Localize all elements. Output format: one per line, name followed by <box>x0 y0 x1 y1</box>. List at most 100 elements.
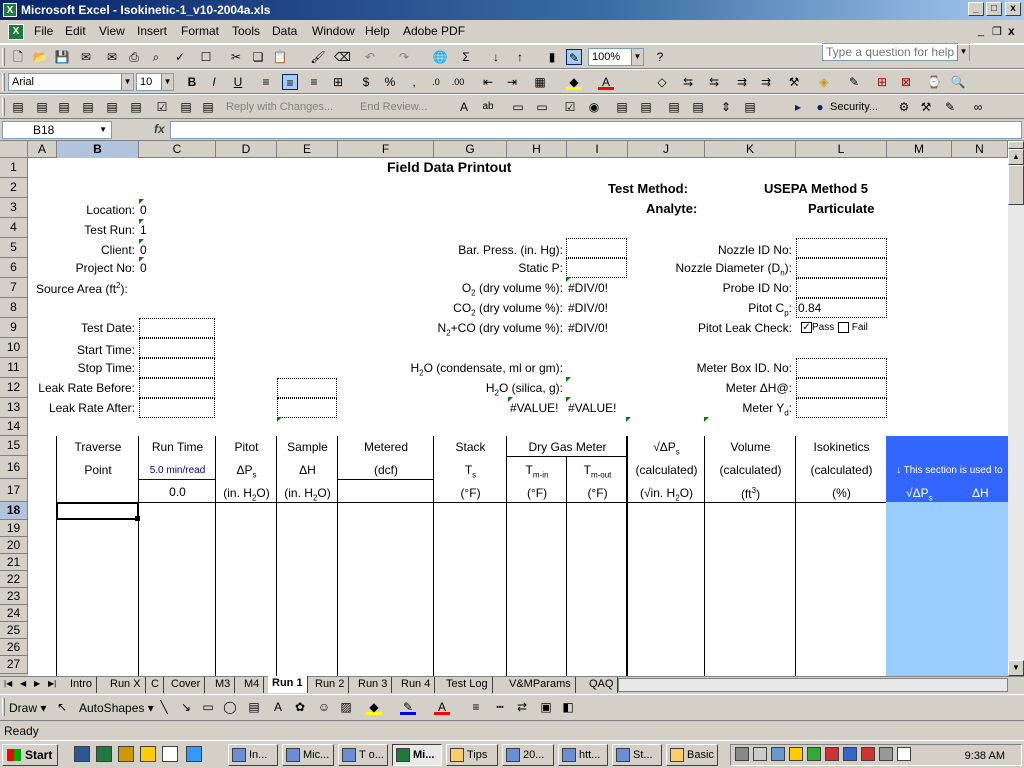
menu-window[interactable]: Window <box>312 24 355 38</box>
design-mode-icon[interactable]: ✎ <box>942 99 958 115</box>
col-header-c[interactable]: C <box>139 141 216 158</box>
comment-icon[interactable]: ✎ <box>846 74 862 90</box>
tray-icon-3[interactable] <box>771 747 785 761</box>
bold-icon[interactable]: B <box>184 74 200 90</box>
magnify-icon[interactable]: 🔍 <box>950 74 966 90</box>
record-icon[interactable]: ● <box>812 99 828 115</box>
document-icon[interactable]: X <box>8 24 24 40</box>
vertical-scrollbar[interactable]: ▲ ▼ <box>1008 141 1024 676</box>
close-button[interactable]: x <box>1005 2 1021 16</box>
tray-icon-8[interactable] <box>861 747 875 761</box>
tray-icon-1[interactable] <box>735 747 749 761</box>
select-objects-icon[interactable]: ↖ <box>54 699 70 715</box>
menu-view[interactable]: View <box>99 24 125 38</box>
tab-next-icon[interactable]: ▶ <box>34 679 40 688</box>
draw-menu-button[interactable]: Draw ▾ <box>9 701 46 715</box>
sort-descending-icon[interactable]: ↑ <box>512 49 528 65</box>
pdf-icon[interactable]: ◇ <box>654 74 670 90</box>
email-icon[interactable]: ✉ <box>104 49 120 65</box>
tab-c[interactable]: C <box>147 677 164 693</box>
underline-icon[interactable]: U <box>230 74 246 90</box>
font-color-draw-icon[interactable]: A <box>434 699 450 715</box>
word-quicklaunch-icon[interactable] <box>74 746 90 762</box>
select-all-corner[interactable] <box>0 141 28 158</box>
row-header-4[interactable]: 4 <box>0 218 28 238</box>
review-icon-8[interactable]: ▤ <box>178 99 194 115</box>
row-header-27[interactable]: 27 <box>0 656 28 674</box>
tracer-icon[interactable]: ⇆ <box>680 74 696 90</box>
name-box[interactable]: B18 ▼ <box>2 121 112 139</box>
horizontal-scrollbar[interactable] <box>618 678 1008 692</box>
tab-run-2[interactable]: Run 2 <box>311 677 350 693</box>
review-icon-6[interactable]: ▤ <box>128 99 144 115</box>
textbox-draw-icon[interactable]: ▤ <box>246 699 262 715</box>
start-button[interactable]: Start <box>2 744 58 766</box>
col-header-h[interactable]: H <box>507 141 567 158</box>
review-icon-7[interactable]: ☑ <box>154 99 170 115</box>
fill-color-icon[interactable]: ◆ <box>566 74 582 90</box>
tab-qaq[interactable]: QAQ <box>585 677 619 693</box>
col-header-d[interactable]: D <box>216 141 277 158</box>
trace-dependents-icon[interactable]: ⇆ <box>706 74 722 90</box>
quicklaunch-icon-4[interactable] <box>140 746 156 762</box>
nozzle-id-input[interactable] <box>796 238 887 258</box>
col-header-k[interactable]: K <box>705 141 796 158</box>
print-icon[interactable]: ⎙ <box>126 49 142 65</box>
leak-before-input[interactable] <box>139 378 215 398</box>
scroll-down-icon[interactable]: ▼ <box>1008 660 1024 676</box>
autosum-icon[interactable]: Σ <box>458 49 474 65</box>
clear-format-icon[interactable]: ⌫ <box>334 49 351 65</box>
spinner-icon[interactable]: ▤ <box>690 99 706 115</box>
row-header-5[interactable]: 5 <box>0 238 28 258</box>
menu-insert[interactable]: Insert <box>137 24 167 38</box>
font-select[interactable]: Arial ▼ <box>8 73 134 91</box>
percent-icon[interactable]: % <box>382 74 398 90</box>
excel-app-icon[interactable]: X <box>3 3 17 17</box>
maximize-button[interactable]: □ <box>986 2 1002 16</box>
tab-test-log[interactable]: Test Log <box>442 677 493 693</box>
row-header-12[interactable]: 12 <box>0 378 28 398</box>
task-3[interactable]: T o... <box>338 744 388 766</box>
quicklaunch-icon-6[interactable] <box>186 746 202 762</box>
new-icon[interactable]: 🗋 <box>10 49 26 65</box>
picture-icon[interactable]: ▨ <box>338 699 354 715</box>
scroll-up-icon[interactable]: ▲ <box>1008 149 1024 165</box>
tray-icon-5[interactable] <box>807 747 821 761</box>
test-date-input[interactable] <box>139 318 215 338</box>
nozzle-diam-input[interactable] <box>796 258 887 278</box>
task-basic[interactable]: Basic <box>666 744 718 766</box>
project-value[interactable]: 0 <box>140 261 147 275</box>
warning-icon[interactable]: ◈ <box>816 74 832 90</box>
borders-icon[interactable]: ▦ <box>532 74 548 90</box>
bar-press-input[interactable] <box>566 238 627 258</box>
tray-icon-9[interactable] <box>879 747 893 761</box>
col-header-n[interactable]: N <box>952 141 1008 158</box>
quicklaunch-icon-3[interactable] <box>118 746 134 762</box>
arrow-style-icon[interactable]: ⇄ <box>514 699 530 715</box>
value-error-2[interactable]: #VALUE! <box>568 401 616 415</box>
menu-file[interactable]: File <box>34 24 53 38</box>
task-8[interactable]: St... <box>612 744 662 766</box>
task-6[interactable]: 20... <box>502 744 554 766</box>
col-header-b[interactable]: B <box>57 141 139 158</box>
row-header-2[interactable]: 2 <box>0 178 28 198</box>
tab-cover[interactable]: Cover <box>167 677 206 693</box>
row-header-24[interactable]: 24 <box>0 605 28 622</box>
tab-run-3[interactable]: Run 3 <box>354 677 393 693</box>
volume-icon[interactable] <box>753 747 767 761</box>
row-header-11[interactable]: 11 <box>0 358 28 378</box>
tab-run-1[interactable]: Run 1 <box>268 676 308 693</box>
code-icon[interactable]: ▤ <box>742 99 758 115</box>
col-header-i[interactable]: I <box>567 141 628 158</box>
align-right-icon[interactable]: ≡ <box>306 74 322 90</box>
tray-icon-6[interactable] <box>825 747 839 761</box>
option-button-icon[interactable]: ◉ <box>586 99 602 115</box>
scroll-thumb[interactable] <box>1008 165 1024 205</box>
drawing-icon[interactable]: ✎ <box>566 49 582 65</box>
meter-yd-input[interactable] <box>796 398 887 418</box>
textbox-icon[interactable]: ▭ <box>534 99 550 115</box>
save-icon[interactable]: 💾 <box>54 49 70 65</box>
row-header-19[interactable]: 19 <box>0 520 28 537</box>
decrease-indent-icon[interactable]: ⇤ <box>480 74 496 90</box>
merge-center-icon[interactable]: ⊞ <box>330 74 346 90</box>
